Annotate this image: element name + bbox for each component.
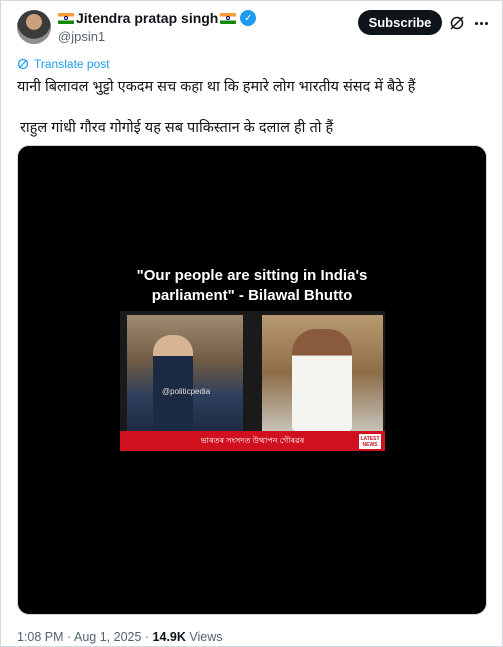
video-headline-line: "Our people are sitting in India's — [136, 267, 368, 284]
translate-post-link[interactable]: Translate post — [17, 57, 110, 71]
post-text-line: राहुल गांधी गौरव गोगोई यह सब पाकिस्तान क… — [20, 120, 334, 136]
india-flag-icon — [58, 12, 74, 24]
translate-label[interactable]: Translate post — [34, 57, 110, 71]
video-clip: @politicpedia ভাৰতৰ সংসদত উত্থাপন গৌৰৱৰ … — [120, 311, 385, 451]
avatar[interactable] — [17, 10, 51, 44]
video-headline-line: parliament" - Bilawal Bhutto — [151, 287, 353, 304]
views-label: Views — [189, 630, 223, 644]
video-watermark: @politicpedia — [162, 387, 211, 396]
author-name-row[interactable]: Jitendra pratap singh ✓ — [58, 9, 257, 27]
speaker-right-image — [262, 315, 383, 431]
subscribe-button[interactable]: Subscribe — [358, 10, 442, 35]
speaker-left-image: @politicpedia — [127, 315, 243, 431]
author-name[interactable]: Jitendra pratap singh — [76, 10, 218, 26]
india-flag-icon — [220, 12, 237, 24]
verified-badge-icon: ✓ — [240, 10, 257, 26]
more-options-icon[interactable] — [475, 22, 488, 25]
views-count: 14.9K — [152, 630, 186, 644]
video-media[interactable]: "Our people are sitting in India's parli… — [17, 145, 487, 615]
post-date[interactable]: Aug 1, 2025 — [74, 630, 141, 644]
post-time[interactable]: 1:08 PM — [17, 630, 64, 644]
latest-news-badge: LATEST NEWS — [359, 434, 381, 449]
news-ticker: ভাৰতৰ সংসদত উত্থাপন গৌৰৱৰ LATEST NEWS — [120, 431, 385, 451]
post-text-line: यानी बिलावल भुट्टो एकदम सच कहा था कि हमा… — [17, 79, 416, 95]
ticker-text: ভাৰতৰ সংসদত উত্থাপন গৌৰৱৰ — [200, 435, 305, 445]
post-meta: 1:08 PM · Aug 1, 2025 · 14.9K Views — [17, 630, 223, 644]
translate-icon — [17, 58, 29, 70]
grok-icon[interactable] — [449, 15, 465, 31]
video-headline: "Our people are sitting in India's parli… — [18, 266, 486, 306]
author-handle[interactable]: @jpsin1 — [58, 29, 105, 44]
